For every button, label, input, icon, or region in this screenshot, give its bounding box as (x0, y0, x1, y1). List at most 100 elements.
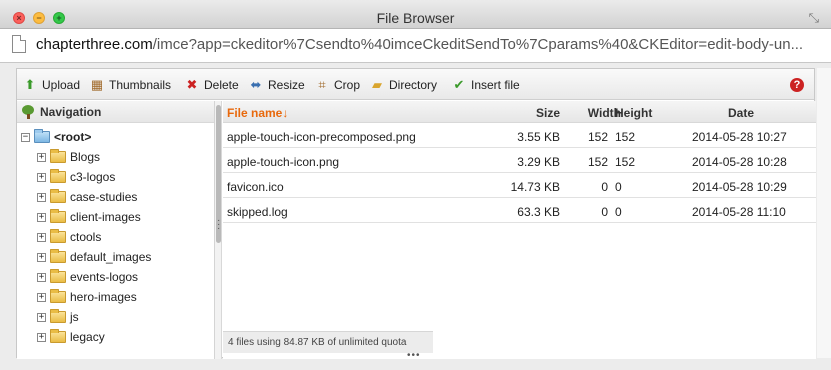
tree-item-case-studies[interactable]: + case-studies (37, 187, 137, 207)
column-size[interactable]: Size (536, 106, 560, 120)
expand-icon[interactable]: + (37, 172, 46, 182)
tree-item-blogs[interactable]: + Blogs (37, 147, 100, 167)
insert-file-button[interactable]: ✔ Insert file (451, 77, 520, 93)
expand-icon[interactable]: + (37, 292, 46, 302)
navigation-header: Navigation (17, 101, 214, 123)
toolbar-label: Resize (268, 78, 305, 92)
tree-item-c3-logos[interactable]: + c3-logos (37, 167, 115, 187)
insert-file-icon: ✔ (453, 77, 465, 92)
folder-icon (50, 149, 66, 163)
tree-item-label: client-images (70, 210, 141, 224)
file-name: skipped.log (227, 205, 288, 219)
file-name: favicon.ico (227, 180, 284, 194)
directory-button[interactable]: ▰ Directory (369, 77, 437, 93)
toolbar: ? ⬆ Upload ▦ Thumbnails ✖ Delete ⬌ Resize ⌗ Crop ▰… (17, 69, 814, 100)
tree-item-label: ctools (70, 230, 102, 244)
resize-icon: ⬌ (250, 77, 262, 92)
fullscreen-icon[interactable]: ⤡ (809, 10, 819, 26)
folder-icon (50, 189, 66, 203)
file-height: 0 (615, 180, 622, 194)
column-date[interactable]: Date (728, 106, 754, 120)
column-file-name[interactable]: File name↓ (227, 106, 288, 120)
tree-item-label: c3-logos (70, 170, 116, 184)
tree-item-label: <root> (54, 130, 92, 144)
file-date: 2014-05-28 10:29 (692, 180, 787, 194)
file-list-panel: File name↓ Size Width Height Date apple-… (223, 101, 816, 359)
tree-item-js[interactable]: + js (37, 307, 79, 327)
file-row[interactable]: skipped.log 63.3 KB 0 0 2014-05-28 11:10 (223, 199, 816, 223)
expand-icon[interactable]: + (37, 232, 46, 242)
upload-icon: ⬆ (24, 77, 36, 92)
column-height[interactable]: Height (615, 106, 652, 120)
expand-icon[interactable]: + (37, 312, 46, 322)
folder-icon (50, 269, 66, 283)
expand-icon[interactable]: + (37, 152, 46, 162)
expand-icon[interactable]: + (37, 252, 46, 262)
tree-icon (21, 104, 35, 119)
url-text[interactable]: chapterthree.com/imce?app=ckeditor%7Csen… (36, 36, 822, 53)
thumbnails-button[interactable]: ▦ Thumbnails (89, 77, 171, 93)
file-width: 0 (601, 205, 608, 219)
collapse-icon[interactable]: − (21, 132, 30, 142)
tree-item-label: js (70, 310, 79, 324)
tree-item-label: Blogs (70, 150, 101, 164)
file-size: 3.29 KB (517, 155, 560, 169)
folder-icon (50, 249, 66, 263)
resize-button[interactable]: ⬌ Resize (248, 77, 305, 93)
upload-button[interactable]: ⬆ Upload (22, 77, 80, 93)
file-width: 152 (587, 155, 608, 169)
file-width: 0 (601, 180, 608, 194)
document-icon (12, 35, 26, 53)
folder-icon (34, 129, 50, 143)
thumbnails-icon: ▦ (90, 77, 104, 92)
window-title: File Browser (376, 10, 455, 26)
tree-item-label: case-studies (70, 190, 138, 204)
crop-button[interactable]: ⌗ Crop (314, 77, 360, 93)
tree-item-hero-images[interactable]: + hero-images (37, 287, 137, 307)
file-date: 2014-05-28 11:10 (692, 205, 786, 219)
file-row[interactable]: favicon.ico 14.73 KB 0 0 2014-05-28 10:29 (223, 174, 816, 198)
background-page (817, 68, 831, 358)
window-titlebar: × − + File Browser ⤡ (0, 0, 831, 29)
file-name: apple-touch-icon.png (227, 155, 340, 169)
navigation-title: Navigation (40, 104, 102, 119)
url-host: chapterthree.com (36, 36, 153, 53)
delete-icon: ✖ (186, 77, 198, 92)
help-icon[interactable]: ? (790, 78, 804, 92)
expand-icon[interactable]: + (37, 192, 46, 202)
tree-item-events-logos[interactable]: + events-logos (37, 267, 138, 287)
tree-item-default-images[interactable]: + default_images (37, 247, 151, 267)
tree-item-ctools[interactable]: + ctools (37, 227, 101, 247)
file-row[interactable]: apple-touch-icon-precomposed.png 3.55 KB 1… (223, 124, 816, 148)
file-height: 152 (615, 130, 636, 144)
expand-icon[interactable]: + (37, 272, 46, 282)
toolbar-label: Upload (42, 78, 81, 92)
tree-item-root[interactable]: − <root> (21, 127, 91, 147)
bottom-resize-handle[interactable]: ••• (407, 350, 421, 361)
expand-icon[interactable]: + (37, 212, 46, 222)
directory-icon: ▰ (372, 77, 382, 92)
tree-item-label: hero-images (70, 290, 137, 304)
file-width: 152 (587, 130, 608, 144)
tree-item-legacy[interactable]: + legacy (37, 327, 105, 347)
splitter-handle[interactable]: · · · (217, 216, 221, 234)
address-bar[interactable]: chapterthree.com/imce?app=ckeditor%7Csen… (0, 29, 831, 63)
folder-icon (50, 209, 66, 223)
toolbar-label: Insert file (471, 78, 520, 92)
toolbar-label: Thumbnails (109, 78, 172, 92)
file-height: 0 (615, 205, 622, 219)
expand-icon[interactable]: + (37, 332, 46, 342)
folder-icon (50, 309, 66, 323)
toolbar-label: Delete (204, 78, 239, 92)
folder-icon (50, 329, 66, 343)
file-browser-app: ? ⬆ Upload ▦ Thumbnails ✖ Delete ⬌ Resize ⌗ Crop ▰… (16, 68, 816, 361)
url-path: /imce?app=ckeditor%7Csendto%40imceCkedit… (152, 36, 804, 53)
toolbar-label: Directory (389, 78, 438, 92)
tree-item-label: default_images (70, 250, 152, 264)
delete-button[interactable]: ✖ Delete (184, 77, 239, 93)
file-height: 152 (615, 155, 636, 169)
crop-icon: ⌗ (318, 77, 326, 92)
file-size: 3.55 KB (517, 130, 560, 144)
tree-item-client-images[interactable]: + client-images (37, 207, 141, 227)
file-row[interactable]: apple-touch-icon.png 3.29 KB 152 152 2014-05… (223, 149, 816, 173)
